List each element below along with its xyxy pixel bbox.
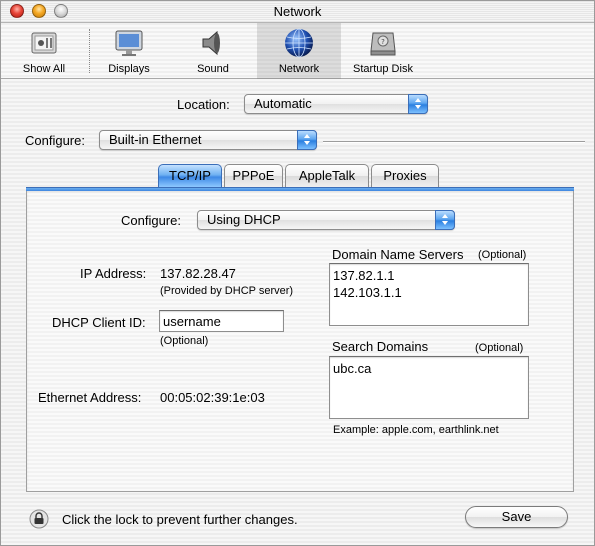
toolbar-show-all[interactable]: Show All [11, 23, 77, 79]
tcpip-configure-label: Configure: [121, 213, 181, 228]
search-domain-entry: ubc.ca [333, 361, 372, 376]
popup-arrows-icon [408, 94, 428, 114]
tcpip-configure-value: Using DHCP [207, 212, 281, 227]
dns-optional-note: (Optional) [478, 249, 527, 261]
dhcp-client-id-label: DHCP Client ID: [52, 315, 146, 330]
dhcp-client-id-input[interactable] [159, 310, 284, 332]
toolbar-separator [89, 29, 90, 73]
search-domains-label: Search Domains [332, 339, 429, 354]
save-button[interactable]: Save [465, 506, 568, 528]
toolbar-label: Sound [197, 63, 229, 75]
toolbar-displays[interactable]: Displays [97, 23, 161, 79]
display-icon [115, 30, 143, 56]
svg-text:?: ? [381, 38, 385, 46]
search-domains-optional-note: (Optional) [475, 342, 524, 354]
toolbar-startup-disk[interactable]: ? Startup Disk [345, 23, 421, 79]
tab-label: TCP/IP [169, 168, 211, 183]
toolbar-network[interactable]: Network [257, 23, 341, 79]
network-preferences-window: Network Show All Displays Sound Network … [0, 0, 595, 546]
dns-server-entry: 137.82.1.1 [333, 268, 395, 283]
tab-label: AppleTalk [298, 168, 356, 183]
dns-servers-textarea[interactable]: 137.82.1.1 142.103.1.1 [329, 263, 529, 326]
configure-interface-label: Configure: [25, 133, 85, 148]
toolbar: Show All Displays Sound Network ? Startu… [1, 23, 594, 79]
lock-text: Click the lock to prevent further change… [62, 512, 298, 527]
ip-address-value: 137.82.28.47 [160, 266, 236, 281]
search-domains-textarea[interactable]: ubc.ca [329, 356, 529, 419]
ip-address-label: IP Address: [80, 266, 147, 281]
toolbar-label: Show All [22, 63, 66, 75]
title-bar: Network [1, 1, 594, 23]
divider [323, 141, 585, 143]
location-label: Location: [177, 97, 230, 112]
tab-tcpip[interactable]: TCP/IP [158, 164, 222, 187]
tab-pppoe[interactable]: PPPoE [224, 164, 283, 187]
popup-arrows-icon [435, 210, 455, 230]
configure-interface-popup[interactable]: Built-in Ethernet [99, 130, 317, 150]
toolbar-sound[interactable]: Sound [181, 23, 245, 79]
tab-label: PPPoE [232, 168, 275, 183]
toolbar-label: Network [278, 63, 320, 75]
window-title: Network [273, 4, 322, 19]
apple-switch-icon [31, 32, 57, 54]
globe-icon [285, 28, 313, 58]
dhcp-client-id-note: (Optional) [160, 335, 209, 347]
ip-address-note: (Provided by DHCP server) [160, 285, 294, 297]
hard-disk-icon: ? [370, 32, 396, 56]
toolbar-label: Displays [108, 63, 150, 75]
tab-appletalk[interactable]: AppleTalk [285, 164, 369, 187]
dns-server-entry: 142.103.1.1 [333, 285, 402, 300]
configure-interface-value: Built-in Ethernet [109, 132, 202, 147]
search-domains-example: Example: apple.com, earthlink.net [333, 424, 499, 436]
dns-label: Domain Name Servers [332, 247, 464, 262]
toolbar-label: Startup Disk [353, 63, 413, 75]
save-button-label: Save [501, 509, 532, 524]
speaker-icon [202, 30, 220, 56]
popup-arrows-icon [297, 130, 317, 150]
tcpip-configure-popup[interactable]: Using DHCP [197, 210, 455, 230]
ethernet-address-value: 00:05:02:39:1e:03 [160, 390, 265, 405]
location-popup[interactable]: Automatic [244, 94, 428, 114]
tab-proxies[interactable]: Proxies [371, 164, 439, 187]
location-value: Automatic [254, 96, 312, 111]
ethernet-address-label: Ethernet Address: [38, 390, 142, 405]
lock-icon[interactable] [29, 509, 49, 529]
tab-label: Proxies [383, 168, 427, 183]
